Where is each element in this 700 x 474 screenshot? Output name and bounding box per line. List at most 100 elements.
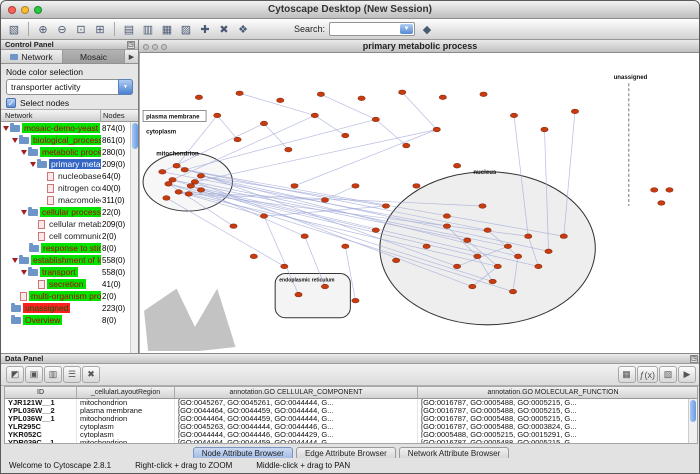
formula-builder-icon[interactable]: ƒ(x)	[637, 366, 659, 383]
network-node[interactable]	[321, 198, 328, 203]
zoom-in-icon[interactable]: ⊕	[34, 21, 52, 37]
network-node[interactable]	[658, 201, 665, 206]
network-edge[interactable]	[195, 130, 437, 182]
tab-mosaic[interactable]: Mosaic	[63, 50, 125, 63]
network-edge[interactable]	[240, 93, 315, 115]
save-table-icon[interactable]: ◩	[6, 366, 24, 383]
tree-header-nodes[interactable]: Nodes	[101, 110, 138, 121]
network-node[interactable]	[571, 109, 578, 114]
tree-item[interactable]: multi-organism pro...2(0)	[1, 290, 138, 302]
network-edge[interactable]	[325, 186, 355, 200]
network-node[interactable]	[560, 234, 567, 239]
network-node[interactable]	[285, 147, 292, 152]
table-row[interactable]: YLR295Ccytoplasm[GO:0045263, GO:0044444,…	[5, 423, 697, 431]
table-row[interactable]: YPL036W__2plasma membrane[GO:0044464, GO…	[5, 407, 697, 415]
tree-item[interactable]: response to stimul...8(0)	[1, 242, 138, 254]
tree-scrollbar[interactable]	[130, 122, 138, 353]
columns-icon[interactable]: ▥	[44, 366, 62, 383]
tree-scrollbar-thumb[interactable]	[132, 123, 138, 149]
network-node[interactable]	[236, 91, 243, 96]
tree-expand-icon[interactable]	[3, 126, 9, 131]
search-dropdown-icon[interactable]: ▼	[400, 24, 413, 34]
network-edge[interactable]	[217, 115, 237, 139]
network-edge[interactable]	[166, 198, 284, 266]
network-node[interactable]	[321, 284, 328, 289]
tree-item[interactable]: biological_process861(0)	[1, 134, 138, 146]
network-view-titlebar[interactable]: primary metabolic process	[139, 40, 700, 53]
network-node[interactable]	[489, 279, 496, 284]
network-node[interactable]	[175, 190, 182, 195]
export-network-icon[interactable]: ✖	[215, 21, 233, 37]
network-node[interactable]	[214, 113, 221, 118]
tree-item[interactable]: macromolecule...311(0)	[1, 194, 138, 206]
tree-header-network[interactable]: Network	[1, 110, 101, 121]
network-node[interactable]	[545, 249, 552, 254]
tree-item[interactable]: primary metabo...209(0)	[1, 158, 138, 170]
table-scrollbar[interactable]	[688, 399, 697, 443]
network-node[interactable]	[260, 121, 267, 126]
search-options-icon[interactable]: ◆	[418, 21, 436, 37]
import-attributes-icon[interactable]: ▧	[659, 366, 677, 383]
table-scrollbar-thumb[interactable]	[690, 400, 696, 422]
tree-expand-icon[interactable]	[21, 210, 27, 215]
tree-item[interactable]: nucleobase...64(0)	[1, 170, 138, 182]
network-node[interactable]	[453, 163, 460, 168]
delete-attribute-icon[interactable]: ✖	[82, 366, 100, 383]
network-node[interactable]	[291, 184, 298, 189]
open-attribute-icon[interactable]: ▶	[678, 366, 696, 383]
network-node[interactable]	[197, 188, 204, 193]
vizmapper-icon[interactable]: ❖	[234, 21, 252, 37]
network-node[interactable]	[439, 95, 446, 100]
tree-item[interactable]: mosaic-demo-yeast874(0)	[1, 122, 138, 134]
network-node[interactable]	[342, 244, 349, 249]
table-row[interactable]: YPL036W__1mitochondrion[GO:0044464, GO:0…	[5, 415, 697, 423]
network-node[interactable]	[281, 264, 288, 269]
network-node[interactable]	[165, 182, 172, 187]
network-node[interactable]	[525, 234, 532, 239]
minimize-window-icon[interactable]	[21, 6, 29, 14]
network-node[interactable]	[163, 196, 170, 201]
network-node[interactable]	[181, 167, 188, 172]
network-node[interactable]	[464, 238, 471, 243]
open-session-icon[interactable]: ▧	[5, 21, 23, 37]
network-node[interactable]	[484, 228, 491, 233]
destroy-view-icon[interactable]: ▨	[177, 21, 195, 37]
network-node[interactable]	[423, 244, 430, 249]
network-node[interactable]	[443, 224, 450, 229]
network-node[interactable]	[311, 113, 318, 118]
network-node[interactable]	[510, 113, 517, 118]
network-node[interactable]	[358, 96, 365, 101]
inner-minimize-icon[interactable]	[152, 44, 158, 50]
zoom-out-icon[interactable]: ⊖	[53, 21, 71, 37]
tree-item[interactable]: cellular process22(0)	[1, 206, 138, 218]
network-node[interactable]	[250, 254, 257, 259]
network-node[interactable]	[234, 137, 241, 142]
network-node[interactable]	[185, 192, 192, 197]
tree-item[interactable]: transport558(0)	[1, 266, 138, 278]
network-node[interactable]	[504, 244, 511, 249]
tree-expand-icon[interactable]	[12, 138, 18, 143]
row-select-icon[interactable]: ☰	[63, 366, 81, 383]
create-view-icon[interactable]: ▦	[158, 21, 176, 37]
select-nodes-checkbox[interactable]: ✓	[6, 98, 16, 108]
network-edge[interactable]	[294, 130, 436, 186]
tree-item[interactable]: secretion41(0)	[1, 278, 138, 290]
float-panel-icon[interactable]: ◳	[690, 355, 698, 363]
network-node[interactable]	[382, 204, 389, 209]
tree-item[interactable]: cell communicat...2(0)	[1, 230, 138, 242]
network-node[interactable]	[230, 224, 237, 229]
tree-item[interactable]: establishment of lo...558(0)	[1, 254, 138, 266]
network-node[interactable]	[317, 92, 324, 97]
network-node[interactable]	[295, 292, 302, 297]
close-window-icon[interactable]	[8, 6, 16, 14]
network-edge[interactable]	[173, 115, 315, 179]
network-node[interactable]	[159, 169, 166, 174]
network-node[interactable]	[433, 127, 440, 132]
matrix-view-icon[interactable]: ▦	[618, 366, 636, 383]
network-node[interactable]	[277, 98, 284, 103]
network-node[interactable]	[413, 184, 420, 189]
column-header[interactable]: ID	[5, 387, 77, 398]
network-node[interactable]	[187, 184, 194, 189]
tree-item[interactable]: cellular metabol...209(0)	[1, 218, 138, 230]
network-node[interactable]	[372, 117, 379, 122]
